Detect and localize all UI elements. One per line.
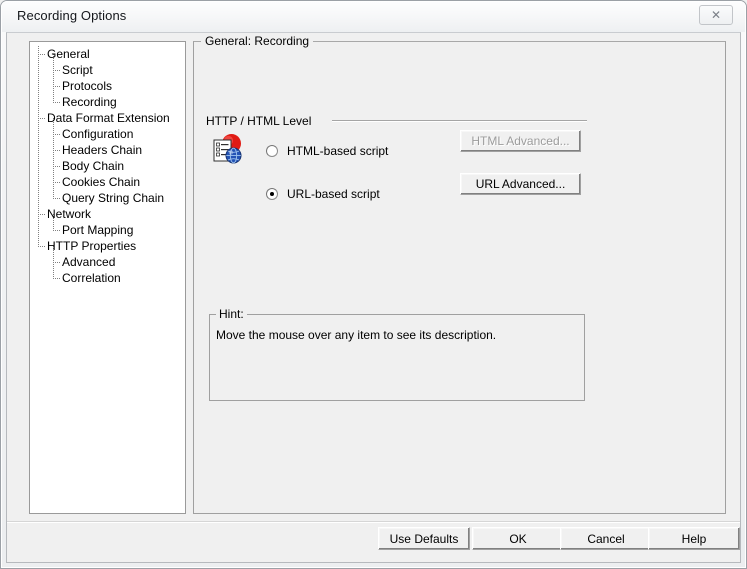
tree-connector-line [53, 54, 54, 102]
tree-connector-line [38, 214, 46, 215]
tree-item-script[interactable]: Script [62, 63, 93, 77]
tree-item-network[interactable]: Network [47, 207, 91, 221]
tree-item-http-properties[interactable]: HTTP Properties [47, 239, 136, 253]
tree-connector-line [53, 262, 61, 263]
recording-options-dialog: Recording Options ✕ General Script Protoco… [0, 0, 747, 569]
general-recording-group [193, 41, 726, 514]
radio-label-url-based: URL-based script [287, 187, 380, 201]
use-defaults-button[interactable]: Use Defaults [378, 527, 470, 550]
tree-item-cookies-chain[interactable]: Cookies Chain [62, 175, 140, 189]
tree-connector-line [53, 150, 61, 151]
html-advanced-button[interactable]: HTML Advanced... [460, 130, 581, 152]
hint-text: Move the mouse over any item to see its … [216, 328, 497, 342]
tree-item-port-mapping[interactable]: Port Mapping [62, 223, 133, 237]
url-advanced-button[interactable]: URL Advanced... [460, 173, 581, 195]
close-button[interactable]: ✕ [699, 5, 733, 25]
recording-html-globe-icon [213, 134, 242, 164]
tree-item-general[interactable]: General [47, 47, 90, 61]
http-html-level-label: HTTP / HTML Level [206, 114, 312, 128]
help-button[interactable]: Help [648, 527, 740, 550]
tree-item-advanced[interactable]: Advanced [62, 255, 115, 269]
radio-html-based-script[interactable]: HTML-based script [266, 143, 388, 159]
tree-connector-line [53, 70, 61, 71]
section-separator [332, 120, 587, 122]
settings-tree[interactable]: General Script Protocols Recording Data Form… [29, 41, 186, 514]
tree-connector-line [38, 246, 46, 247]
radio-mark-url-based[interactable] [266, 188, 278, 200]
tree-connector-line [38, 118, 46, 119]
footer-separator [7, 521, 740, 523]
tree-connector-line [53, 86, 61, 87]
tree-item-body-chain[interactable]: Body Chain [62, 159, 124, 173]
tree-connector-line [53, 134, 61, 135]
tree-item-data-format-extension[interactable]: Data Format Extension [47, 111, 170, 125]
radio-mark-html-based[interactable] [266, 145, 278, 157]
tree-item-recording[interactable]: Recording [62, 95, 117, 109]
ok-button[interactable]: OK [472, 527, 564, 550]
tree-connector-line [38, 46, 39, 246]
tree-connector-line [53, 102, 61, 103]
tree-connector-line [53, 230, 61, 231]
tree-connector-line [38, 54, 46, 55]
tree-item-configuration[interactable]: Configuration [62, 127, 133, 141]
tree-item-query-string-chain[interactable]: Query String Chain [62, 191, 164, 205]
tree-connector-line [53, 198, 61, 199]
tree-item-correlation[interactable]: Correlation [62, 271, 121, 285]
close-icon: ✕ [710, 8, 722, 22]
window-title: Recording Options [17, 8, 127, 23]
dialog-client-area: General Script Protocols Recording Data Form… [6, 32, 741, 563]
radio-url-based-script[interactable]: URL-based script [266, 186, 380, 202]
tree-connector-line [53, 278, 61, 279]
tree-connector-line [53, 166, 61, 167]
title-bar: Recording Options ✕ [2, 2, 745, 32]
tree-item-protocols[interactable]: Protocols [62, 79, 112, 93]
tree-connector-line [53, 118, 54, 198]
general-recording-group-label: General: Recording [201, 34, 314, 48]
tree-connector-line [53, 182, 61, 183]
hint-group-label: Hint: [216, 307, 247, 321]
cancel-button[interactable]: Cancel [560, 527, 652, 550]
radio-label-html-based: HTML-based script [287, 144, 389, 158]
tree-item-headers-chain[interactable]: Headers Chain [62, 143, 142, 157]
